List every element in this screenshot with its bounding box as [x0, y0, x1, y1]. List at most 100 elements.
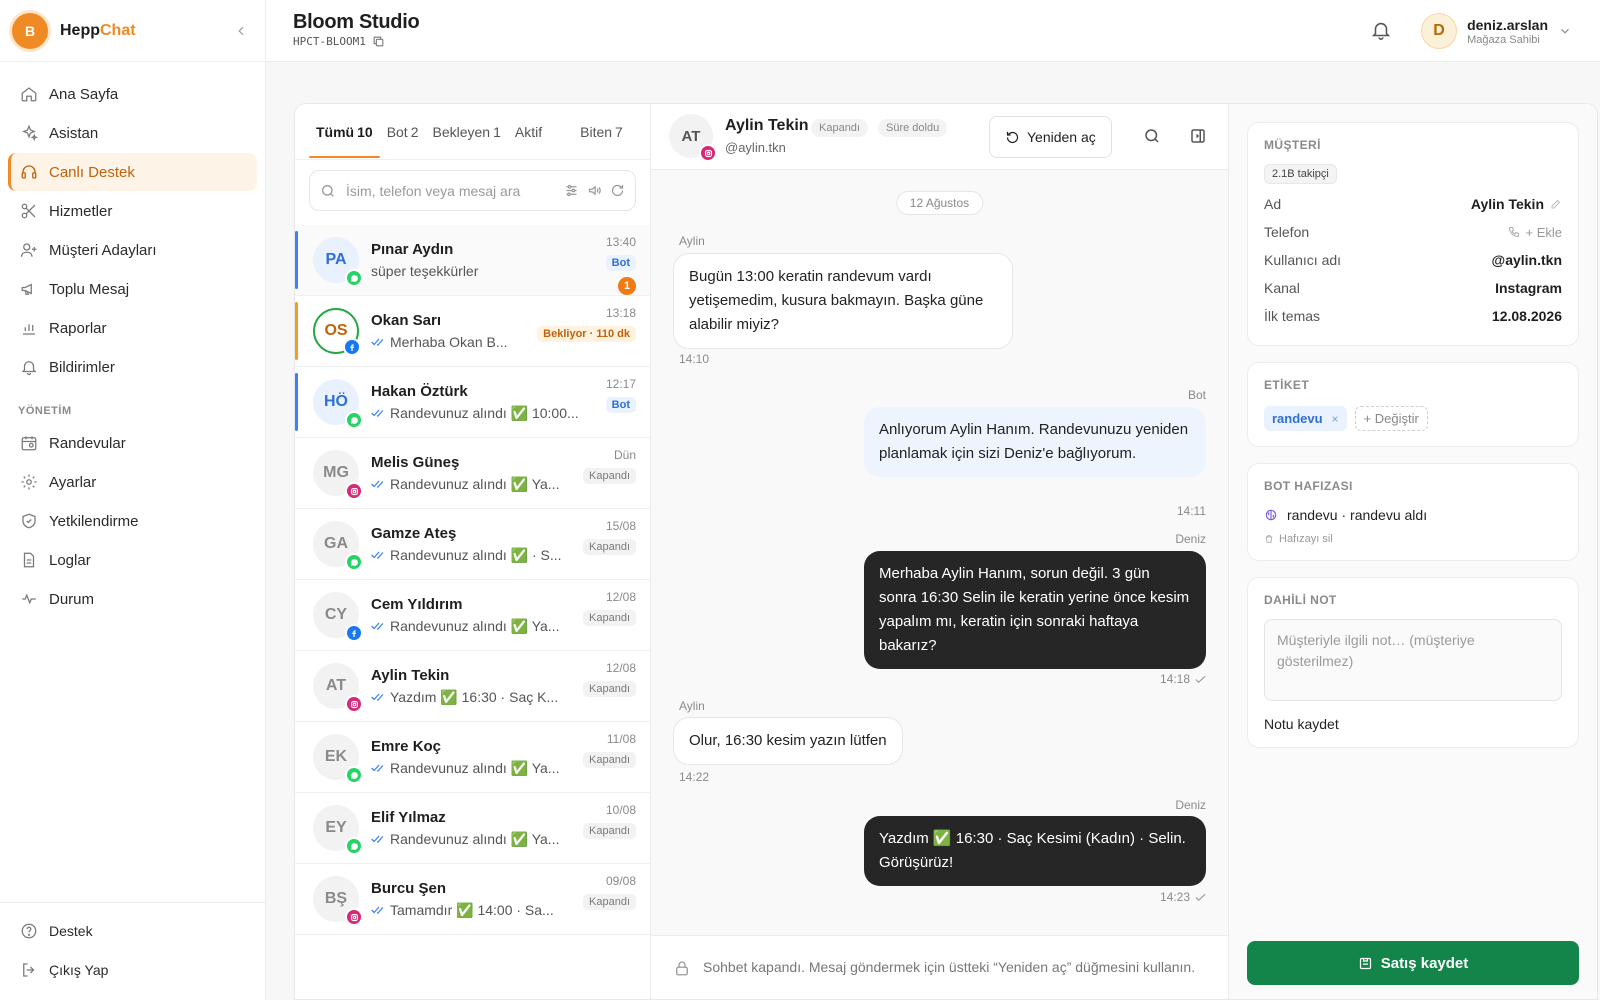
nav-item-logs[interactable]: Loglar [8, 541, 257, 579]
timestamp: 11/08 [606, 732, 636, 746]
field-key: Ad [1264, 196, 1282, 212]
nav-item-live-support[interactable]: Canlı Destek [8, 153, 257, 191]
list-item[interactable]: EY Elif Yılmaz Randevunuz alındı ✅ Ya...… [295, 793, 650, 864]
conversation-body: Pınar Aydın süper teşekkürler [371, 241, 636, 279]
save-note-button[interactable]: Notu kaydet [1264, 716, 1562, 732]
top-bar: Bloom Studio HPCT-BLOOM1 D deniz.arslan … [266, 0, 1600, 62]
copy-icon[interactable] [372, 35, 385, 48]
field-value: Instagram [1495, 280, 1562, 296]
list-item[interactable]: MG Melis Güneş Randevunuz alındı ✅ Ya...… [295, 438, 650, 509]
nav-item-appointments[interactable]: Randevular [8, 424, 257, 462]
list-item[interactable]: EK Emre Koç Randevunuz alındı ✅ Ya... 11… [295, 722, 650, 793]
message-sender: Bot [1187, 388, 1206, 402]
refresh-icon[interactable] [610, 183, 625, 198]
whatsapp-icon [345, 269, 363, 287]
conversation-tabs: Tümü 10 Bot 2 Bekleyen 1 Aktif Biten 7 [295, 104, 650, 160]
avatar: PA [313, 237, 363, 287]
list-item[interactable]: CY Cem Yıldırım Randevunuz alındı ✅ Ya..… [295, 580, 650, 651]
avatar: EY [313, 805, 363, 855]
closed-notice-text: Sohbet kapandı. Mesaj göndermek için üst… [703, 959, 1196, 975]
delete-memory-button[interactable]: Hafızayı sil [1264, 533, 1562, 545]
avatar: EK [313, 734, 363, 784]
field-value: Aylin Tekin [1471, 196, 1562, 212]
nav-item-notifications[interactable]: Bildirimler [8, 348, 257, 386]
pending-bar [295, 302, 298, 360]
avatar-initials: EY [325, 819, 347, 836]
tab-label: Tümü [316, 123, 355, 140]
avatar: CY [313, 592, 363, 642]
record-sale-button[interactable]: Satış kaydet [1247, 941, 1579, 985]
nav-item-permissions[interactable]: Yetkilendirme [8, 502, 257, 540]
list-item[interactable]: OS Okan Sarı Merhaba Okan B... 13:18 Bek… [295, 296, 650, 367]
chat-header: AT Aylin Tekin @aylin.tkn Kapandı Süre d… [651, 104, 1228, 170]
nav-label: Ana Sayfa [49, 85, 119, 103]
nav-item-services[interactable]: Hizmetler [8, 192, 257, 230]
conversation-list-panel: Tümü10 Bot2 Bekleyen1 Aktif Biten7 PA Pı… [295, 104, 651, 999]
nav-item-support[interactable]: Destek [8, 912, 257, 950]
avatar: BŞ [313, 876, 363, 926]
field-key: Telefon [1264, 224, 1310, 240]
tags-card: ETİKET randevu + Değiştir [1247, 362, 1579, 447]
panel-toggle-icon[interactable] [1189, 127, 1209, 147]
filter-icon[interactable] [564, 183, 579, 198]
notifications-bell-icon[interactable] [1370, 19, 1394, 43]
edit-icon[interactable] [1550, 198, 1562, 210]
status-badge: Bekliyor · 110 dk [537, 326, 636, 342]
reopen-button[interactable]: Yeniden aç [989, 116, 1112, 158]
double-check-icon [371, 835, 384, 844]
nav-item-logout[interactable]: Çıkış Yap [8, 951, 257, 989]
status-badge: Kapandı [583, 823, 636, 839]
nav-item-settings[interactable]: Ayarlar [8, 463, 257, 501]
list-item[interactable]: AT Aylin Tekin Yazdım ✅ 16:30 · Saç K...… [295, 651, 650, 722]
change-tag-button[interactable]: + Değiştir [1354, 406, 1428, 431]
tab-label: Biten [580, 123, 613, 140]
message-time: 14:11 [1177, 504, 1206, 518]
collapse-sidebar-icon[interactable] [229, 19, 253, 43]
list-item[interactable]: GA Gamze Ateş Randevunuz alındı ✅ · S...… [295, 509, 650, 580]
nav-item-leads[interactable]: Müşteri Adayları [8, 231, 257, 269]
megaphone-icon [21, 283, 32, 295]
followers-badge: 2.1B takipçi [1264, 164, 1337, 184]
add-phone-button[interactable]: + Ekle [1508, 225, 1562, 240]
nav-item-bulk-message[interactable]: Toplu Mesaj [8, 270, 257, 308]
nav-item-home[interactable]: Ana Sayfa [8, 75, 257, 113]
conversation-meta: 13:40 Bot 1 [605, 235, 636, 295]
field-key: Kanal [1264, 280, 1300, 296]
sound-icon[interactable] [587, 183, 602, 198]
shield-icon [22, 513, 36, 529]
nav-item-status[interactable]: Durum [8, 580, 257, 618]
facebook-icon [345, 624, 363, 642]
tab-count: 2 [410, 123, 419, 140]
user-info: deniz.arslan Mağaza Sahibi [1467, 17, 1548, 46]
internal-note-input[interactable] [1264, 619, 1562, 701]
avatar-initials: EK [324, 748, 348, 765]
user-menu[interactable]: D deniz.arslan Mağaza Sahibi [1421, 13, 1572, 49]
brand-name: HeppChat [60, 22, 136, 40]
conversation-meta: 11/08 Kapandı [583, 732, 636, 768]
preview-text: Randevunuz alındı ✅ · S... [390, 546, 562, 563]
preview-text: Randevunuz alındı ✅ 10:00... [390, 404, 579, 421]
search-icon[interactable] [1143, 127, 1163, 147]
main-nav: Ana Sayfa Asistan Canlı Destek Hizmetler… [0, 62, 265, 618]
tab-active[interactable]: Aktif [508, 106, 549, 158]
nav-item-reports[interactable]: Raporlar [8, 309, 257, 347]
search-input[interactable] [346, 182, 554, 199]
timestamp: 12:17 [605, 377, 636, 391]
tag-chip[interactable]: randevu [1264, 406, 1347, 431]
list-item[interactable]: BŞ Burcu Şen Tamamdır ✅ 14:00 · Sa... 09… [295, 864, 650, 935]
list-item[interactable]: HÖ Hakan Öztürk Randevunuz alındı ✅ 10:0… [295, 367, 650, 438]
close-icon[interactable] [1331, 415, 1339, 423]
tab-bot[interactable]: Bot 2 [380, 106, 426, 158]
workspace-code: HPCT-BLOOM1 [293, 35, 385, 48]
list-item[interactable]: PA Pınar Aydın süper teşekkürler 13:40 B… [295, 225, 650, 296]
conversation-meta: 12/08 Kapandı [583, 590, 636, 626]
field-row-phone: Telefon + Ekle [1264, 218, 1562, 246]
avatar: HÖ [313, 379, 363, 429]
tab-finished[interactable]: Biten 7 [573, 106, 630, 158]
tab-pending[interactable]: Bekleyen 1 [426, 106, 508, 158]
scissors-icon [21, 203, 36, 219]
message-bubble-incoming: Olur, 16:30 kesim yazın lütfen [673, 717, 903, 765]
tab-all[interactable]: Tümü 10 [309, 106, 380, 158]
nav-item-assistant[interactable]: Asistan [8, 114, 257, 152]
brand-logo: B [12, 12, 48, 49]
